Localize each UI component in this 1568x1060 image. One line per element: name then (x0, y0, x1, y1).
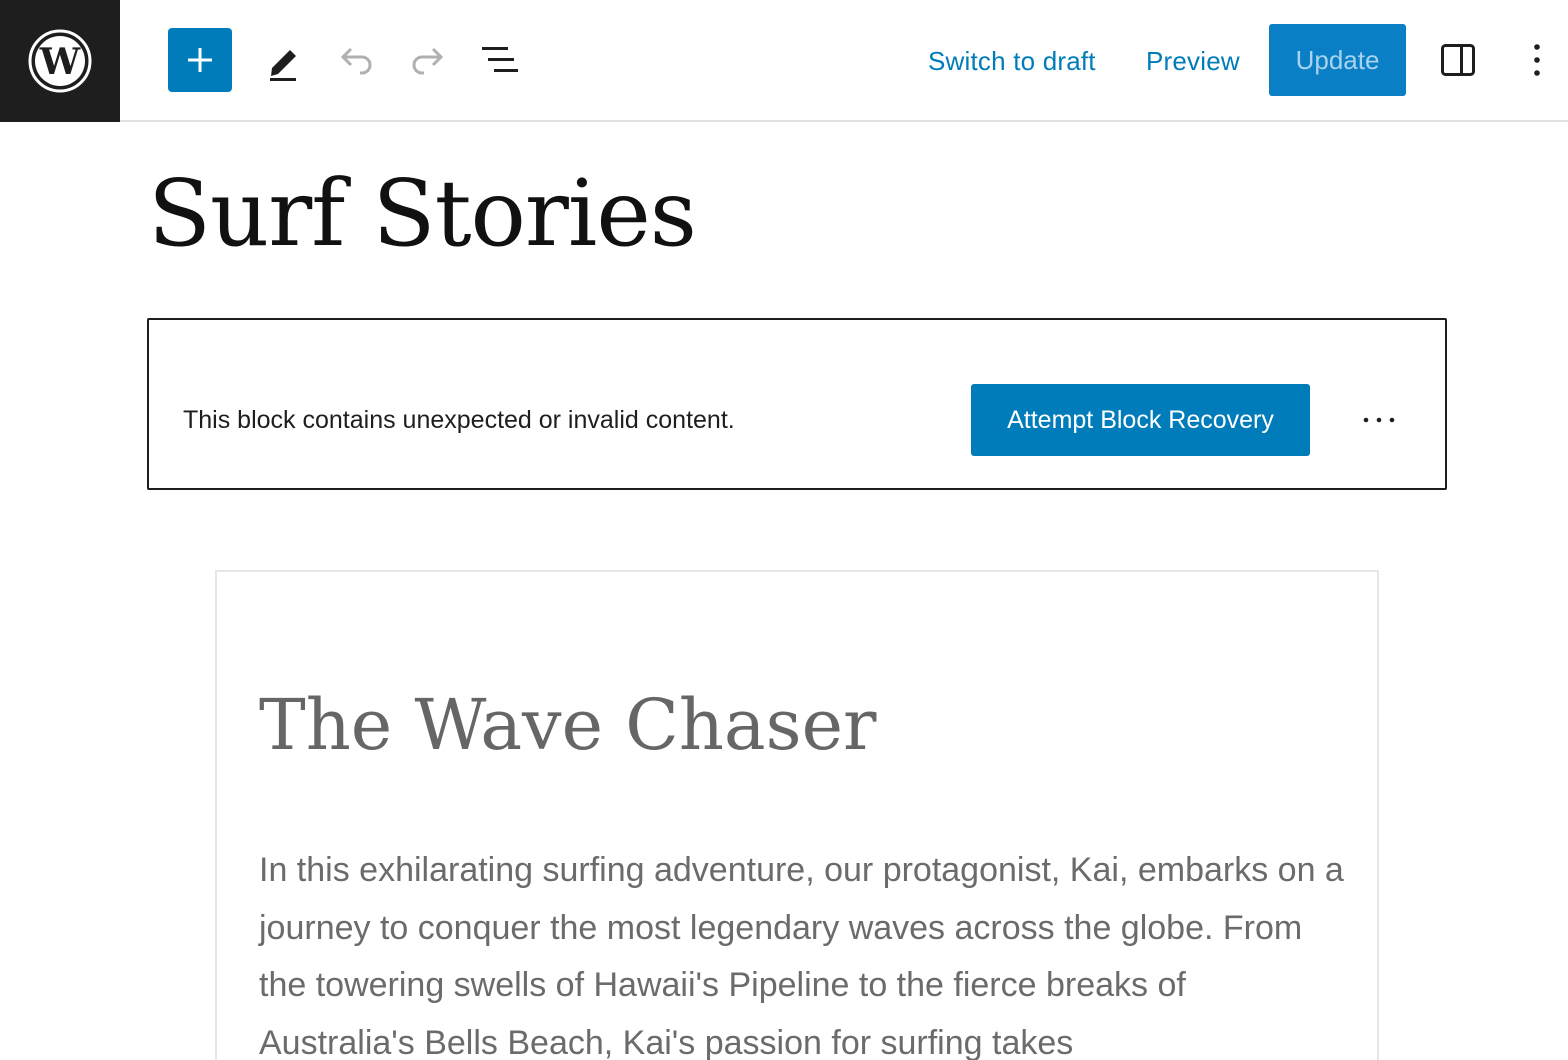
undo-button[interactable] (324, 30, 388, 90)
switch-to-draft-button[interactable]: Switch to draft (928, 36, 1096, 86)
undo-icon (340, 47, 372, 75)
block-more-options-button[interactable] (1349, 390, 1409, 450)
invalid-block-warning[interactable]: This block contains unexpected or invali… (147, 318, 1447, 490)
update-button[interactable]: Update (1269, 24, 1406, 96)
list-view-icon (482, 47, 518, 72)
more-vertical-icon (1534, 44, 1540, 76)
preview-heading: The Wave Chaser (259, 684, 877, 766)
pencil-icon (270, 50, 296, 81)
redo-button[interactable] (396, 30, 460, 90)
list-view-button[interactable] (468, 30, 532, 90)
invalid-block-preview: The Wave Chaser In this exhilarating sur… (215, 570, 1379, 1060)
redo-icon (412, 47, 444, 75)
post-title[interactable]: Surf Stories (148, 160, 697, 267)
editor-header: W Switch to draft Preview Update (0, 0, 1568, 122)
invalid-block-message: This block contains unexpected or invali… (183, 406, 735, 434)
more-horizontal-icon (1363, 417, 1395, 423)
settings-sidebar-button[interactable] (1426, 30, 1490, 90)
preview-button[interactable]: Preview (1146, 36, 1240, 86)
edit-tool-button[interactable] (252, 30, 316, 90)
options-button[interactable] (1506, 30, 1568, 90)
preview-paragraph: In this exhilarating surfing adventure, … (259, 851, 1344, 1060)
plus-icon (188, 48, 212, 72)
add-block-button[interactable] (168, 28, 232, 92)
attempt-block-recovery-button[interactable]: Attempt Block Recovery (971, 384, 1310, 456)
wordpress-logo-icon[interactable]: W (0, 0, 120, 122)
sidebar-toggle-icon (1441, 44, 1475, 76)
svg-text:W: W (39, 41, 81, 83)
